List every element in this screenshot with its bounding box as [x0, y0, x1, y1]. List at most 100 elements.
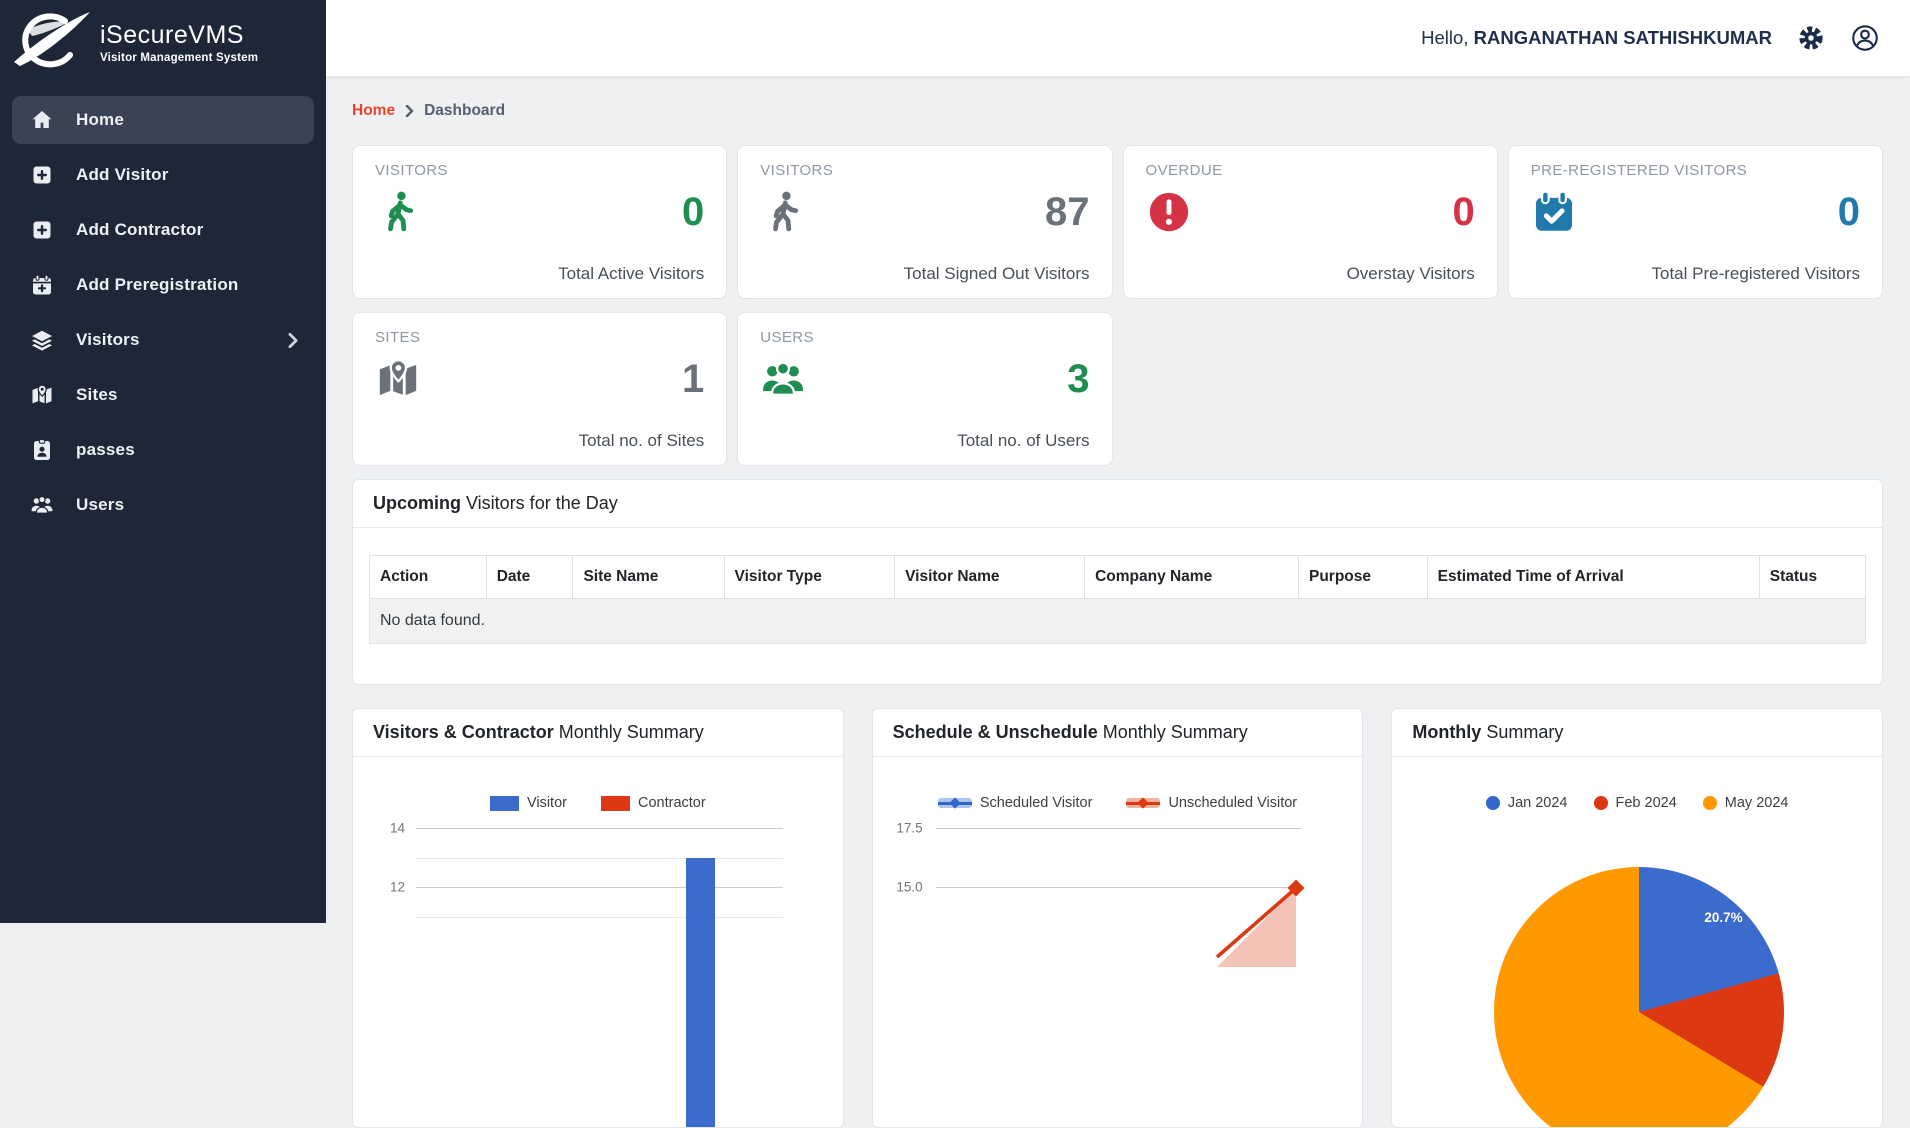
- stat-cards: VISITORS 0 Total Active Visitors VISITOR…: [352, 145, 1883, 466]
- monthly-summary-chart-card: Monthly Summary Jan 2024 Feb 2024 May 20…: [1391, 708, 1883, 1128]
- walking-person-icon: [760, 189, 806, 235]
- sidebar-item-home[interactable]: Home: [12, 96, 314, 144]
- alert-circle-icon: [1146, 189, 1192, 235]
- sidebar-item-label: passes: [76, 440, 135, 460]
- gridline: [416, 828, 783, 829]
- chart-title-rest: Summary: [1481, 722, 1563, 742]
- sidebar-item-label: Users: [76, 495, 124, 515]
- user-name: RANGANATHAN SATHISHKUMAR: [1474, 27, 1772, 48]
- square-plus-icon: [30, 218, 54, 242]
- y-tick-12: 12: [355, 880, 405, 895]
- legend-swatch-blue: [490, 796, 519, 811]
- no-data-message: No data found.: [370, 599, 1866, 644]
- legend-item-may: May 2024: [1703, 795, 1789, 811]
- sidebar-item-label: Add Visitor: [76, 165, 169, 185]
- gridline: [416, 917, 783, 918]
- legend-label: Jan 2024: [1508, 795, 1568, 811]
- stat-caption: Overstay Visitors: [1146, 264, 1475, 284]
- stat-card-overdue: OVERDUE 0 Overstay Visitors: [1123, 145, 1498, 299]
- stat-card-preregistered: PRE-REGISTERED VISITORS 0 Total Pre-regi…: [1508, 145, 1883, 299]
- legend-label: Visitor: [527, 795, 567, 811]
- brand-name: iSecureVMS: [100, 21, 258, 50]
- line-chart: Scheduled Visitor Unscheduled Visitor 17…: [873, 757, 1363, 1128]
- panel-title: Upcoming Visitors for the Day: [353, 480, 1882, 528]
- sidebar-item-visitors[interactable]: Visitors: [12, 316, 314, 364]
- empty-row: No data found.: [370, 599, 1866, 644]
- sidebar-item-label: Add Preregistration: [76, 275, 239, 295]
- square-plus-icon: [30, 163, 54, 187]
- stat-category: PRE-REGISTERED VISITORS: [1531, 162, 1860, 179]
- top-header: Hello, RANGANATHAN SATHISHKUMAR: [326, 0, 1910, 76]
- sidebar-item-passes[interactable]: passes: [12, 426, 314, 474]
- legend-dot-orange: [1703, 796, 1717, 810]
- sidebar-item-add-visitor[interactable]: Add Visitor: [12, 151, 314, 199]
- main-content: Home Dashboard VISITORS 0 Total Active V…: [326, 76, 1910, 923]
- chevron-right-icon: [405, 105, 414, 117]
- brand-tagline: Visitor Management System: [100, 52, 258, 64]
- map-location-icon: [375, 356, 421, 402]
- col-site-name: Site Name: [573, 556, 724, 599]
- sidebar-item-sites[interactable]: Sites: [12, 371, 314, 419]
- stat-caption: Total Pre-registered Visitors: [1531, 264, 1860, 284]
- stat-caption: Total no. of Sites: [375, 431, 704, 451]
- chart-title: Schedule & Unschedule Monthly Summary: [873, 709, 1363, 757]
- chart-title: Visitors & Contractor Monthly Summary: [353, 709, 843, 757]
- pie-graphic: [1494, 867, 1784, 1128]
- sidebar-item-users[interactable]: Users: [12, 481, 314, 529]
- sidebar-item-add-contractor[interactable]: Add Contractor: [12, 206, 314, 254]
- brand-logo[interactable]: iSecureVMS Visitor Management System: [0, 0, 326, 82]
- stat-category: SITES: [375, 329, 704, 346]
- stat-value: 1: [682, 359, 704, 399]
- sidebar-item-label: Add Contractor: [76, 220, 203, 240]
- stat-value: 87: [1045, 192, 1090, 232]
- chart-title-rest: Monthly Summary: [554, 722, 704, 742]
- users-icon: [760, 356, 806, 402]
- stat-value: 3: [1067, 359, 1089, 399]
- chart-title-rest: Monthly Summary: [1098, 722, 1248, 742]
- col-eta: Estimated Time of Arrival: [1427, 556, 1759, 599]
- visitor-bar: [686, 858, 715, 1128]
- map-location-icon: [30, 383, 54, 407]
- calendar-plus-icon: [30, 273, 54, 297]
- y-tick-14: 14: [355, 821, 405, 836]
- legend-dot-red: [1594, 796, 1608, 810]
- stat-card-users: USERS 3 Total no. of Users: [737, 312, 1112, 466]
- stat-value: 0: [1453, 192, 1475, 232]
- stat-card-sites: SITES 1 Total no. of Sites: [352, 312, 727, 466]
- stat-category: OVERDUE: [1146, 162, 1475, 179]
- table-header-row: Action Date Site Name Visitor Type Visit…: [370, 556, 1866, 599]
- visitors-contractor-chart-card: Visitors & Contractor Monthly Summary Vi…: [352, 708, 844, 1128]
- upcoming-visitors-table: Action Date Site Name Visitor Type Visit…: [369, 555, 1866, 644]
- unscheduled-line-series: [873, 757, 1361, 1128]
- sidebar-nav: Home Add Visitor Add Contractor Add Prer…: [0, 96, 326, 529]
- greeting-text: Hello, RANGANATHAN SATHISHKUMAR: [1421, 27, 1772, 49]
- col-visitor-name: Visitor Name: [895, 556, 1085, 599]
- legend-label: Contractor: [638, 795, 706, 811]
- schedule-unschedule-chart-card: Schedule & Unschedule Monthly Summary Sc…: [872, 708, 1364, 1128]
- legend-item-feb: Feb 2024: [1594, 795, 1677, 811]
- user-profile-icon[interactable]: [1850, 23, 1880, 53]
- layers-icon: [30, 328, 54, 352]
- col-visitor-type: Visitor Type: [724, 556, 895, 599]
- stat-caption: Total no. of Users: [760, 431, 1089, 451]
- bar-chart: Visitor Contractor 14 12: [353, 757, 843, 1128]
- col-action: Action: [370, 556, 487, 599]
- stat-value: 0: [682, 192, 704, 232]
- legend-label: Feb 2024: [1616, 795, 1677, 811]
- stat-category: USERS: [760, 329, 1089, 346]
- sidebar-item-add-preregistration[interactable]: Add Preregistration: [12, 261, 314, 309]
- col-status: Status: [1759, 556, 1865, 599]
- sidebar-item-label: Home: [76, 110, 124, 130]
- legend-item-contractor: Contractor: [601, 795, 706, 811]
- panel-title-bold: Upcoming: [373, 493, 461, 513]
- chart-title: Monthly Summary: [1392, 709, 1882, 757]
- col-date: Date: [486, 556, 573, 599]
- upcoming-visitors-panel: Upcoming Visitors for the Day Action Dat…: [352, 479, 1883, 685]
- breadcrumb-home-link[interactable]: Home: [352, 102, 395, 120]
- settings-gear-icon[interactable]: [1796, 23, 1826, 53]
- stat-card-active-visitors: VISITORS 0 Total Active Visitors: [352, 145, 727, 299]
- stat-card-signed-out-visitors: VISITORS 87 Total Signed Out Visitors: [737, 145, 1112, 299]
- home-icon: [30, 108, 54, 132]
- legend-label: May 2024: [1725, 795, 1789, 811]
- chart-title-bold: Monthly: [1412, 722, 1481, 742]
